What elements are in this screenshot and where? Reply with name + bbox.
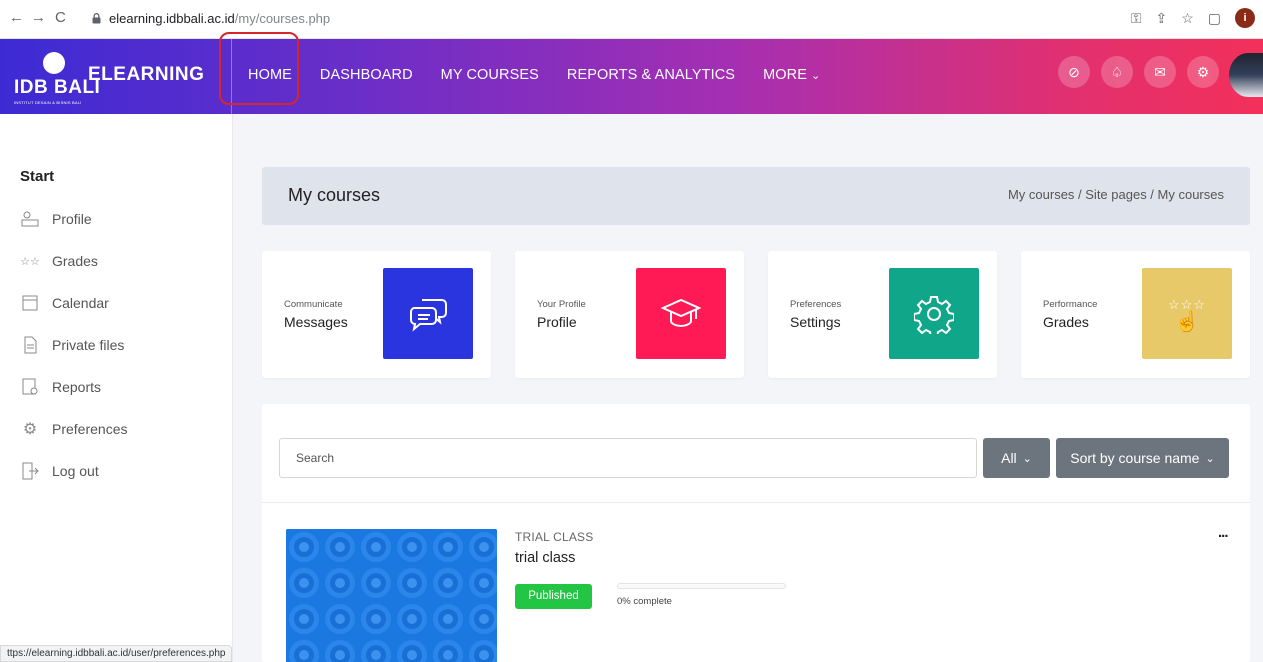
card-subtitle: Performance — [1043, 299, 1098, 310]
address-bar[interactable]: elearning.idbbali.ac.id/my/courses.php — [92, 6, 772, 32]
sidebar-item-label: Preferences — [52, 421, 128, 437]
divider — [262, 502, 1250, 503]
back-icon[interactable]: ← — [9, 9, 24, 26]
card-subtitle: Communicate — [284, 299, 343, 310]
main-menu: HOME DASHBOARD MY COURSES REPORTS & ANAL… — [248, 67, 848, 83]
progress-percent: 0% — [617, 596, 631, 607]
lock-icon — [92, 13, 101, 24]
course-name[interactable]: trial class — [515, 550, 575, 566]
menu-dashboard[interactable]: DASHBOARD — [320, 67, 413, 83]
user-avatar[interactable] — [1229, 53, 1263, 97]
card-subtitle: Preferences — [790, 299, 842, 310]
card-messages[interactable]: Communicate Messages — [262, 251, 491, 378]
card-title: Settings — [790, 314, 841, 330]
eye-slash-icon: ⊘ — [1068, 63, 1080, 80]
menu-more-label: MORE — [763, 67, 807, 83]
course-image[interactable] — [286, 529, 497, 662]
file-icon — [20, 335, 40, 355]
card-title: Grades — [1043, 314, 1089, 330]
chevron-down-icon: ⌄ — [1022, 452, 1032, 465]
course-category: TRIAL CLASS — [515, 530, 594, 544]
reload-icon[interactable]: C — [55, 9, 66, 26]
menu-reports[interactable]: REPORTS & ANALYTICS — [567, 67, 735, 83]
card-profile[interactable]: Your Profile Profile — [515, 251, 744, 378]
breadcrumb[interactable]: My courses / Site pages / My courses — [1008, 187, 1224, 202]
filter-all-label: All — [1001, 450, 1017, 466]
progress-text: 0% complete — [617, 596, 672, 607]
calendar-icon — [20, 293, 40, 313]
courses-panel: Search All ⌄ Sort by course name ⌄ TRIAL… — [262, 404, 1250, 662]
gear-icon: ⚙ — [1196, 63, 1210, 80]
status-badge: Published — [515, 584, 592, 609]
share-icon[interactable]: ⇪ — [1155, 10, 1167, 27]
logo-subtitle: INSTITUT DESAIN & BISNIS BALI — [14, 100, 82, 105]
stars-hand-icon: ☆☆☆ ☝ — [1142, 268, 1232, 359]
home-highlight-annotation — [219, 32, 299, 105]
bell-icon: ♤ — [1110, 63, 1124, 80]
chevron-down-icon: ⌄ — [1205, 452, 1215, 465]
menu-more[interactable]: MORE ⌄ — [763, 67, 820, 83]
chevron-down-icon: ⌄ — [810, 69, 821, 82]
sidebar-heading: Start — [20, 168, 55, 185]
forward-icon[interactable]: → — [31, 9, 46, 26]
progress-label: complete — [630, 596, 672, 607]
browser-profile-avatar[interactable]: i — [1235, 8, 1255, 28]
graduation-cap-icon — [636, 268, 726, 359]
sort-label: Sort by course name — [1070, 450, 1200, 466]
card-settings[interactable]: Preferences Settings — [768, 251, 997, 378]
grades-icon: ☆☆ — [20, 255, 40, 268]
course-menu-button[interactable]: ... — [1218, 524, 1228, 541]
app-name: ELEARNING — [88, 64, 205, 85]
sidebar-item-label: Log out — [52, 463, 99, 479]
card-title: Profile — [537, 314, 577, 330]
sidebar: Start Profile ☆☆ Grades Calendar Private… — [0, 114, 233, 662]
page-header: My courses My courses / Site pages / My … — [262, 167, 1250, 225]
sidebar-item-label: Reports — [52, 379, 102, 395]
sidebar-item-logout[interactable]: Log out — [20, 461, 99, 481]
settings-button[interactable]: ⚙ — [1187, 56, 1219, 88]
logout-icon — [20, 461, 40, 481]
sidebar-toggle-icon[interactable]: ▢ — [1208, 10, 1221, 27]
browser-toolbar: ← → C elearning.idbbali.ac.id/my/courses… — [0, 0, 1263, 39]
key-icon[interactable]: ⚿ — [1131, 10, 1142, 27]
logo-mark-icon — [43, 52, 65, 74]
search-input[interactable]: Search — [279, 438, 977, 478]
sidebar-item-preferences[interactable]: ⚙ Preferences — [20, 419, 128, 439]
hide-blocks-button[interactable]: ⊘ — [1058, 56, 1090, 88]
sidebar-item-calendar[interactable]: Calendar — [20, 293, 109, 313]
brand-logo[interactable]: IDB BALI INSTITUT DESAIN & BISNIS BALI E… — [14, 49, 214, 105]
sidebar-item-grades[interactable]: ☆☆ Grades — [20, 251, 98, 271]
gear-icon: ⚙ — [22, 421, 38, 438]
page-title: My courses — [288, 185, 381, 205]
notifications-button[interactable]: ♤ — [1101, 56, 1133, 88]
url-path: /my/courses.php — [234, 11, 331, 26]
sidebar-item-label: Private files — [52, 337, 125, 353]
gear-icon — [889, 268, 979, 359]
sidebar-item-profile[interactable]: Profile — [20, 209, 92, 229]
browser-status-url: ttps://elearning.idbbali.ac.id/user/pref… — [0, 645, 233, 662]
profile-icon — [20, 209, 40, 229]
chat-icon: ✉ — [1154, 63, 1166, 80]
card-subtitle: Your Profile — [537, 299, 586, 310]
progress-bar — [617, 583, 786, 589]
sidebar-item-label: Profile — [52, 211, 92, 227]
menu-my-courses[interactable]: MY COURSES — [441, 67, 539, 83]
filter-all-button[interactable]: All ⌄ — [983, 438, 1050, 478]
sidebar-item-private-files[interactable]: Private files — [20, 335, 124, 355]
chat-icon — [383, 268, 473, 359]
sort-button[interactable]: Sort by course name ⌄ — [1056, 438, 1229, 478]
card-title: Messages — [284, 314, 348, 330]
card-grades[interactable]: Performance Grades ☆☆☆ ☝ — [1021, 251, 1250, 378]
reports-icon — [20, 377, 40, 397]
url-host: elearning.idbbali.ac.id — [109, 11, 235, 26]
star-icon[interactable]: ☆ — [1181, 10, 1194, 27]
sidebar-item-reports[interactable]: Reports — [20, 377, 101, 397]
top-navbar: IDB BALI INSTITUT DESAIN & BISNIS BALI E… — [0, 39, 1263, 114]
messages-button[interactable]: ✉ — [1144, 56, 1176, 88]
sidebar-item-label: Calendar — [52, 295, 109, 311]
sidebar-item-label: Grades — [52, 253, 98, 269]
